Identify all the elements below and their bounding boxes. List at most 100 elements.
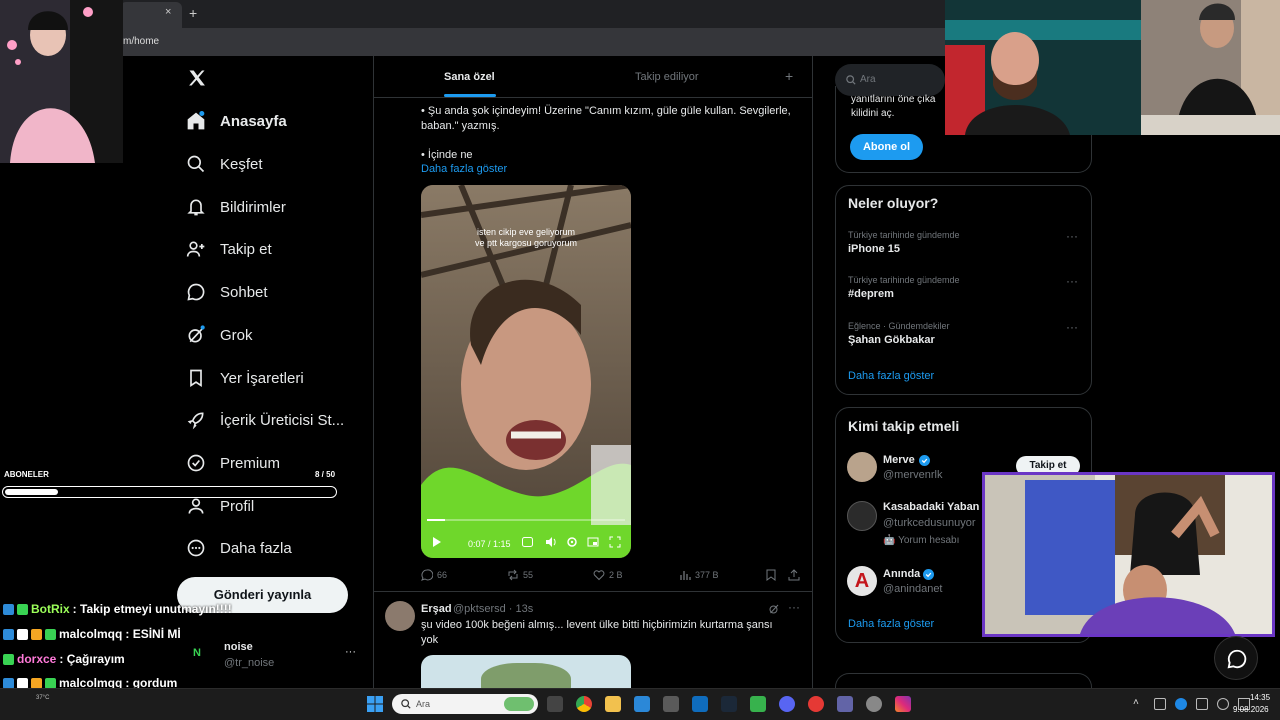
- avatar[interactable]: [847, 501, 877, 531]
- video-caption-line: isten cikip eve geliyorum: [476, 227, 576, 237]
- task-view-icon[interactable]: [547, 696, 563, 712]
- video-caption: isten cikip eve geliyorum ve ptt kargosu…: [421, 227, 631, 249]
- show-hidden-icons[interactable]: ˄: [1133, 697, 1139, 708]
- store-icon[interactable]: [663, 696, 679, 712]
- url-text[interactable]: m/home: [123, 36, 159, 47]
- nav-more[interactable]: Daha fazla: [186, 527, 376, 569]
- clock-time[interactable]: 14:35: [1250, 693, 1270, 702]
- tab-for-you[interactable]: Sana özel: [444, 71, 495, 83]
- post-author-name[interactable]: Erşad: [421, 603, 452, 615]
- chrome-icon[interactable]: [576, 696, 592, 712]
- suggested-user-name[interactable]: Anında: [883, 568, 920, 580]
- new-tab-button[interactable]: +: [189, 5, 197, 21]
- trend-menu-button[interactable]: ···: [1066, 274, 1078, 288]
- close-tab-icon[interactable]: ×: [165, 6, 171, 18]
- chat-message: malcolmqq: ESİNİ Mİ: [3, 627, 181, 641]
- browser-tab[interactable]: [120, 2, 182, 28]
- trend-menu-button[interactable]: ···: [1066, 229, 1078, 243]
- trends-title: Neler oluyor?: [848, 195, 939, 211]
- trend-meta: Türkiye tarihinde gündemde: [848, 275, 960, 285]
- reply-button[interactable]: 66: [421, 569, 447, 581]
- post-author-handle: @pktsersd · 13s: [453, 603, 534, 615]
- chat-username[interactable]: BotRix: [31, 602, 70, 616]
- picture-in-picture-icon[interactable]: [587, 536, 599, 548]
- suggested-user-handle: @anindanet: [883, 583, 943, 595]
- suggested-user-name[interactable]: Merve: [883, 454, 915, 466]
- settings-gear-icon[interactable]: [566, 536, 578, 548]
- fullscreen-icon[interactable]: [609, 536, 621, 548]
- bookmark-icon[interactable]: [765, 569, 777, 581]
- nav-grok[interactable]: Grok: [186, 314, 376, 356]
- subscriber-goal-count: 8 / 50: [315, 470, 336, 479]
- chat-text: : ESİNİ Mİ: [125, 627, 181, 641]
- nav-notifications[interactable]: Bildirimler: [186, 186, 376, 228]
- xbox-icon[interactable]: [750, 696, 766, 712]
- chat-username[interactable]: malcolmqq: [59, 627, 122, 641]
- avatar[interactable]: [847, 452, 877, 482]
- account-avatar[interactable]: N: [193, 647, 209, 663]
- chat-badge-icon: [31, 677, 42, 689]
- nav-home[interactable]: Anasayfa: [186, 100, 376, 142]
- chat-badge-icon: [45, 628, 56, 640]
- suggested-user-handle: @mervenrlk: [883, 469, 943, 481]
- like-button[interactable]: 2 B: [593, 569, 623, 581]
- steam-icon[interactable]: [721, 696, 737, 712]
- repost-button[interactable]: 55: [507, 569, 533, 581]
- mail-icon[interactable]: [692, 696, 708, 712]
- trend-item[interactable]: Eğlence · Gündemdekiler Şahan Gökbakar: [848, 321, 950, 346]
- play-icon[interactable]: [432, 537, 442, 547]
- captions-icon[interactable]: [522, 537, 533, 547]
- anindanet-logo[interactable]: A: [847, 566, 877, 596]
- nav-creator-studio[interactable]: İçerik Üreticisi St...: [186, 399, 376, 441]
- instagram-icon[interactable]: [895, 696, 911, 712]
- show-more-link[interactable]: Daha fazla göster: [421, 163, 507, 175]
- grok-icon[interactable]: [768, 603, 780, 615]
- views-button[interactable]: 377 B: [679, 569, 719, 581]
- tray-icon[interactable]: [1154, 698, 1166, 710]
- nav-bookmarks[interactable]: Yer İşaretleri: [186, 357, 376, 399]
- chat-badge-icon: [31, 628, 42, 640]
- subscribe-button[interactable]: Abone ol: [850, 134, 923, 160]
- video-progress-track[interactable]: [427, 519, 625, 521]
- windows-start-icon[interactable]: [367, 696, 383, 712]
- volume-icon[interactable]: [545, 536, 557, 548]
- weather-widget[interactable]: 37°C: [36, 695, 49, 701]
- add-feed-button[interactable]: +: [785, 68, 793, 84]
- suggested-user-name[interactable]: Kasabadaki Yaban: [883, 501, 979, 513]
- webcam-overlay-guest: [1141, 0, 1280, 135]
- avatar[interactable]: [385, 601, 415, 631]
- nav-follow[interactable]: Takip et: [186, 228, 376, 270]
- nav-chat[interactable]: Sohbet: [186, 271, 376, 313]
- trend-item[interactable]: Türkiye tarihinde gündemde #deprem: [848, 275, 960, 300]
- robot-icon: 🤖: [883, 535, 899, 546]
- messages-drawer-button[interactable]: [1214, 636, 1258, 680]
- monitor-app-icon[interactable]: [634, 696, 650, 712]
- discord-icon[interactable]: [779, 696, 795, 712]
- premium-text: kilidini aç.: [851, 108, 895, 119]
- tray-icon[interactable]: [1175, 698, 1187, 710]
- account-menu-button[interactable]: ···: [345, 646, 356, 658]
- nav-explore[interactable]: Keşfet: [186, 143, 376, 185]
- clock-date[interactable]: 9.08.2026: [1233, 705, 1269, 714]
- trend-menu-button[interactable]: ···: [1066, 320, 1078, 334]
- grok-icon: [188, 325, 205, 343]
- chat-text: : Takip etmeyi unutmayın!!!!: [72, 602, 232, 616]
- file-explorer-icon[interactable]: [605, 696, 621, 712]
- obs-icon[interactable]: [866, 696, 882, 712]
- x-logo-icon[interactable]: [187, 68, 207, 88]
- tray-icon[interactable]: [1196, 698, 1208, 710]
- media-player-icon[interactable]: [808, 696, 824, 712]
- post-menu-button[interactable]: ···: [788, 600, 800, 614]
- trend-item[interactable]: Türkiye tarihinde gündemde iPhone 15: [848, 230, 960, 255]
- chat-badge-icon: [3, 628, 14, 640]
- trends-show-more-link[interactable]: Daha fazla göster: [848, 370, 934, 382]
- video-player[interactable]: isten cikip eve geliyorum ve ptt kargosu…: [421, 185, 631, 558]
- tab-following[interactable]: Takip ediliyor: [635, 71, 699, 83]
- nav-premium[interactable]: Premium: [186, 442, 376, 484]
- network-icon[interactable]: [1217, 698, 1229, 710]
- like-count: 2 B: [609, 570, 623, 580]
- who-show-more-link[interactable]: Daha fazla göster: [848, 618, 934, 630]
- teams-icon[interactable]: [837, 696, 853, 712]
- share-icon[interactable]: [788, 569, 800, 581]
- chat-username[interactable]: dorxce: [17, 652, 56, 666]
